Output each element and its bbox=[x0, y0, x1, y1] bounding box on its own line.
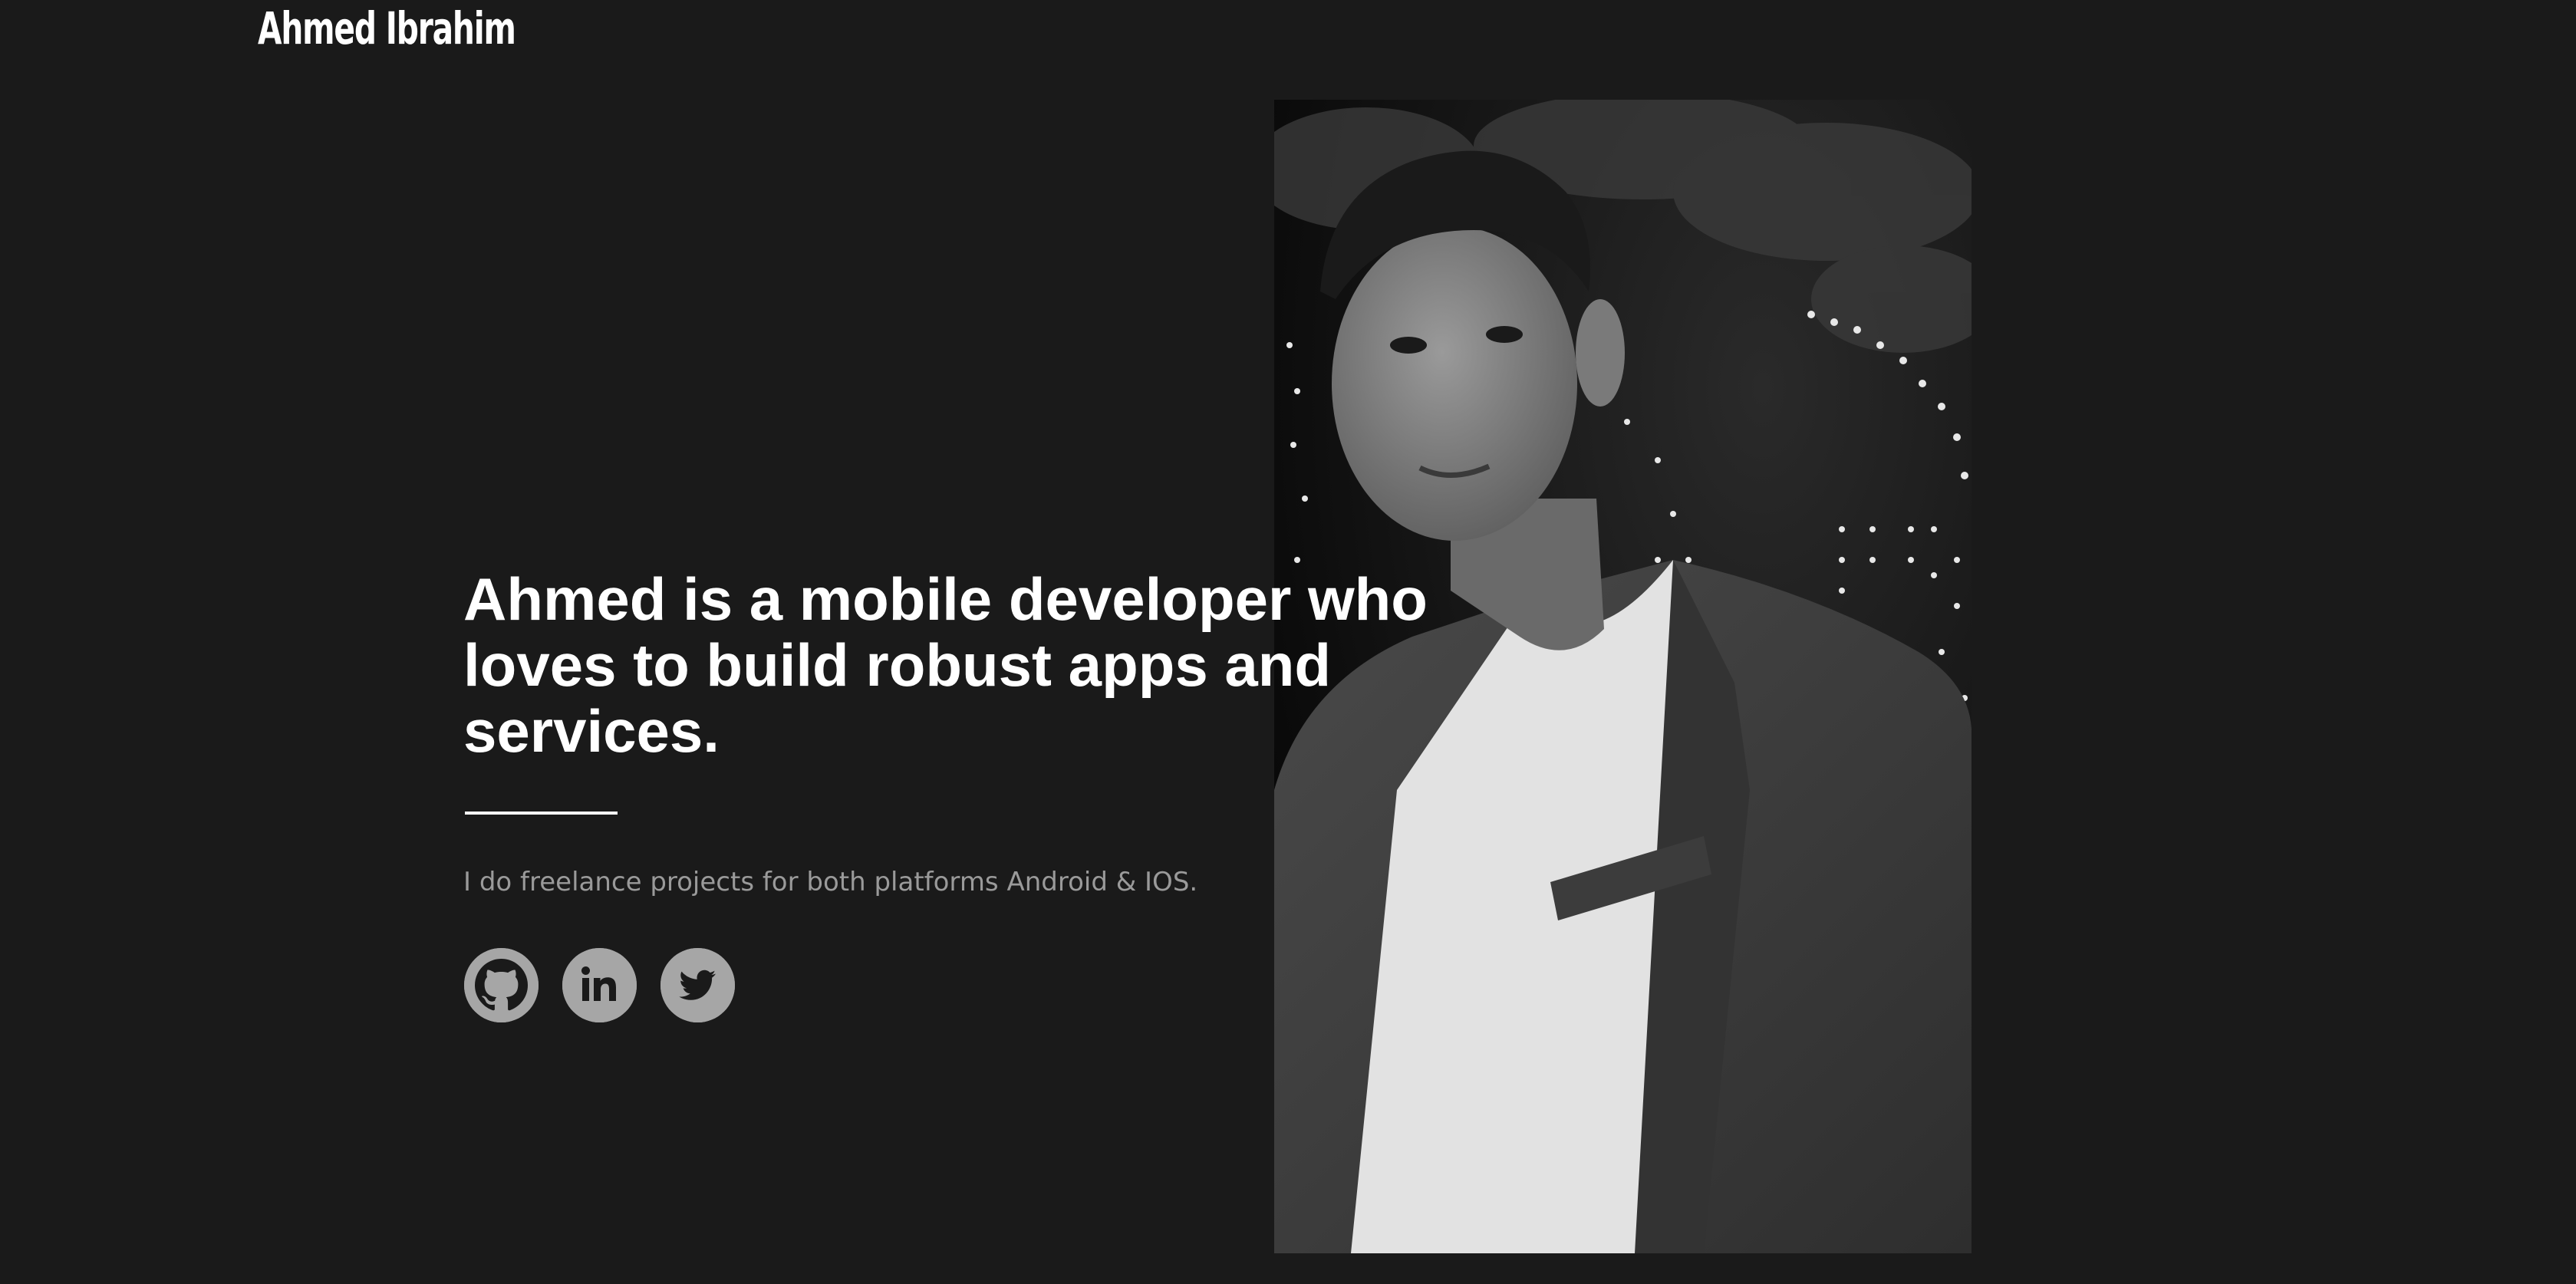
social-links bbox=[464, 948, 735, 1022]
hero-headline-line-2: loves to build robust apps and bbox=[463, 631, 1332, 699]
hero-headline-line-1: Ahmed is a mobile developer who bbox=[463, 565, 1428, 633]
hero-tagline: I do freelance projects for both platfor… bbox=[463, 867, 1198, 897]
headline-divider bbox=[465, 812, 618, 815]
hero-headline: Ahmed is a mobile developer who loves to… bbox=[463, 566, 1537, 764]
linkedin-link[interactable] bbox=[562, 948, 637, 1022]
linkedin-icon bbox=[562, 948, 637, 1022]
twitter-link[interactable] bbox=[660, 948, 735, 1022]
github-icon bbox=[464, 948, 539, 1022]
twitter-icon bbox=[660, 948, 735, 1022]
site-brand-link[interactable]: Ahmed Ibrahim bbox=[258, 2, 516, 55]
github-link[interactable] bbox=[464, 948, 539, 1022]
hero-headline-line-3: services. bbox=[463, 697, 720, 765]
